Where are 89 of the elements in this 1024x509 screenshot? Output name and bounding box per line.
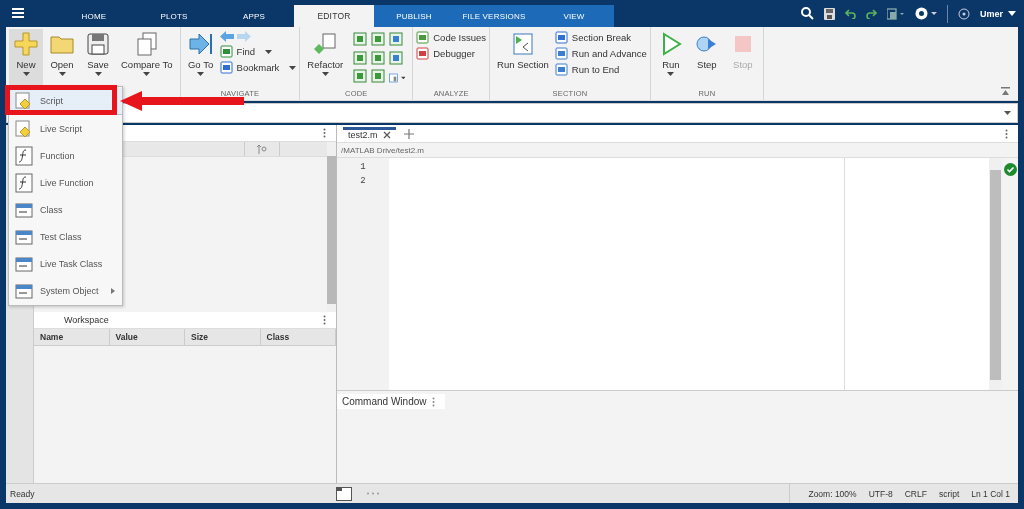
function-icon xyxy=(14,172,34,193)
tool-icon xyxy=(554,63,568,76)
ribbon-button[interactable]: Run and Advance xyxy=(554,47,647,60)
close-icon[interactable] xyxy=(382,131,391,139)
more-options-icon[interactable] xyxy=(323,315,326,325)
ribbon-button[interactable]: Code Issues xyxy=(416,31,487,44)
tool-icon xyxy=(416,31,430,44)
tool-icon xyxy=(554,47,568,60)
function-icon xyxy=(14,145,34,166)
ribbon-button[interactable]: Go To xyxy=(183,29,218,86)
search-icon[interactable] xyxy=(801,7,814,20)
window-icon[interactable] xyxy=(336,486,352,501)
add-icon[interactable] xyxy=(403,128,414,139)
code-tool-icon[interactable] xyxy=(389,50,404,65)
panel-title: Workspace xyxy=(64,315,109,325)
toolstrip-tab[interactable]: HOME xyxy=(54,5,134,27)
menu-icon[interactable] xyxy=(12,8,24,18)
sort-icon[interactable] xyxy=(257,144,267,154)
menu-item[interactable]: Live Function xyxy=(9,169,122,196)
save-icon[interactable] xyxy=(824,7,835,20)
more-options-icon[interactable] xyxy=(1005,128,1008,139)
ribbon-button[interactable]: Refactor xyxy=(303,29,348,86)
back-arrow-icon[interactable] xyxy=(219,31,234,42)
code-tool-icon[interactable] xyxy=(371,69,386,84)
menu-item[interactable]: Live Task Class xyxy=(9,250,122,277)
ribbon-button[interactable]: Debugger xyxy=(416,47,487,60)
status-text: CRLF xyxy=(904,488,927,499)
ribbon-button[interactable]: Run xyxy=(653,29,688,86)
file-tab[interactable]: test2.m xyxy=(343,126,396,141)
column-header[interactable]: Size xyxy=(185,329,261,345)
caret-icon[interactable] xyxy=(400,75,406,80)
plus-icon xyxy=(13,31,39,57)
menu-item[interactable]: System Object xyxy=(9,277,122,304)
menu-item[interactable]: Class xyxy=(9,196,122,223)
redo-icon[interactable] xyxy=(866,8,877,19)
code-tool-icon[interactable] xyxy=(371,32,386,46)
submenu-arrow-icon xyxy=(110,287,115,294)
more-options-icon[interactable] xyxy=(323,128,326,138)
column-header[interactable]: Name xyxy=(34,329,110,345)
status-text: Ln 1 Col 1 xyxy=(971,488,1010,499)
line-number: 2 xyxy=(359,176,367,188)
status-text: UTF-8 xyxy=(868,488,893,499)
code-tool-icon[interactable] xyxy=(353,69,368,84)
status-text: script xyxy=(938,488,960,499)
account-icon[interactable] xyxy=(958,7,970,20)
ribbon-button[interactable]: Run Section xyxy=(493,29,553,86)
menu-item[interactable]: Function xyxy=(9,142,122,169)
toolstrip-tab[interactable]: EDITOR xyxy=(294,5,374,27)
ribbon-button[interactable]: Compare To xyxy=(117,29,177,86)
status-text: Zoom: 100% xyxy=(808,488,857,499)
more-icon[interactable] xyxy=(366,492,380,495)
ribbon-button[interactable]: Open xyxy=(45,29,79,86)
ribbon-button[interactable]: Run to End xyxy=(554,63,647,76)
toolstrip-tab[interactable]: PLOTS xyxy=(134,5,214,27)
user-menu[interactable]: Umer xyxy=(980,8,1016,19)
help-icon[interactable] xyxy=(915,7,937,20)
ribbon-button[interactable]: Save xyxy=(81,29,115,86)
collapse-icon[interactable] xyxy=(1001,87,1010,96)
ribbon-button[interactable]: Section Break xyxy=(554,31,647,44)
ribbon-button[interactable]: Find xyxy=(219,45,297,58)
ribbon-button[interactable]: Bookmark xyxy=(219,61,297,74)
tool-icon xyxy=(219,45,233,58)
status-text: Ready xyxy=(9,488,36,499)
undo-icon[interactable] xyxy=(845,8,856,19)
refactor-icon xyxy=(312,31,339,57)
toolstrip-tab[interactable]: APPS xyxy=(214,5,294,27)
menu-item[interactable]: Live Script xyxy=(9,115,122,142)
tool-icon xyxy=(416,47,430,60)
caret-icon xyxy=(1008,11,1016,16)
menu-item[interactable]: Test Class xyxy=(9,223,122,250)
column-header[interactable]: Value xyxy=(109,329,185,345)
code-tool-icon[interactable] xyxy=(353,50,368,65)
code-tool-icon[interactable] xyxy=(389,32,404,46)
ribbon-button[interactable]: New xyxy=(9,29,43,86)
file-path: /MATLAB Drive/test2.m xyxy=(340,144,425,157)
code-tool-icon[interactable] xyxy=(371,50,386,65)
more-options-icon[interactable] xyxy=(432,396,436,407)
window-layout-icon[interactable] xyxy=(887,7,905,20)
code-tool-icon[interactable] xyxy=(353,32,368,46)
tool-icon xyxy=(219,61,233,74)
column-header[interactable]: Class xyxy=(260,329,336,345)
caret-icon[interactable] xyxy=(1004,111,1011,115)
toolstrip-tab[interactable]: VIEW xyxy=(534,5,614,27)
line-number: 1 xyxy=(359,162,367,174)
ribbon-button[interactable]: Step xyxy=(689,29,724,86)
toolstrip-tab[interactable]: FILE VERSIONS xyxy=(454,5,534,27)
toolstrip-tab[interactable]: PUBLISH xyxy=(374,5,454,27)
tool-icon xyxy=(554,31,568,44)
goto-icon xyxy=(187,31,214,57)
